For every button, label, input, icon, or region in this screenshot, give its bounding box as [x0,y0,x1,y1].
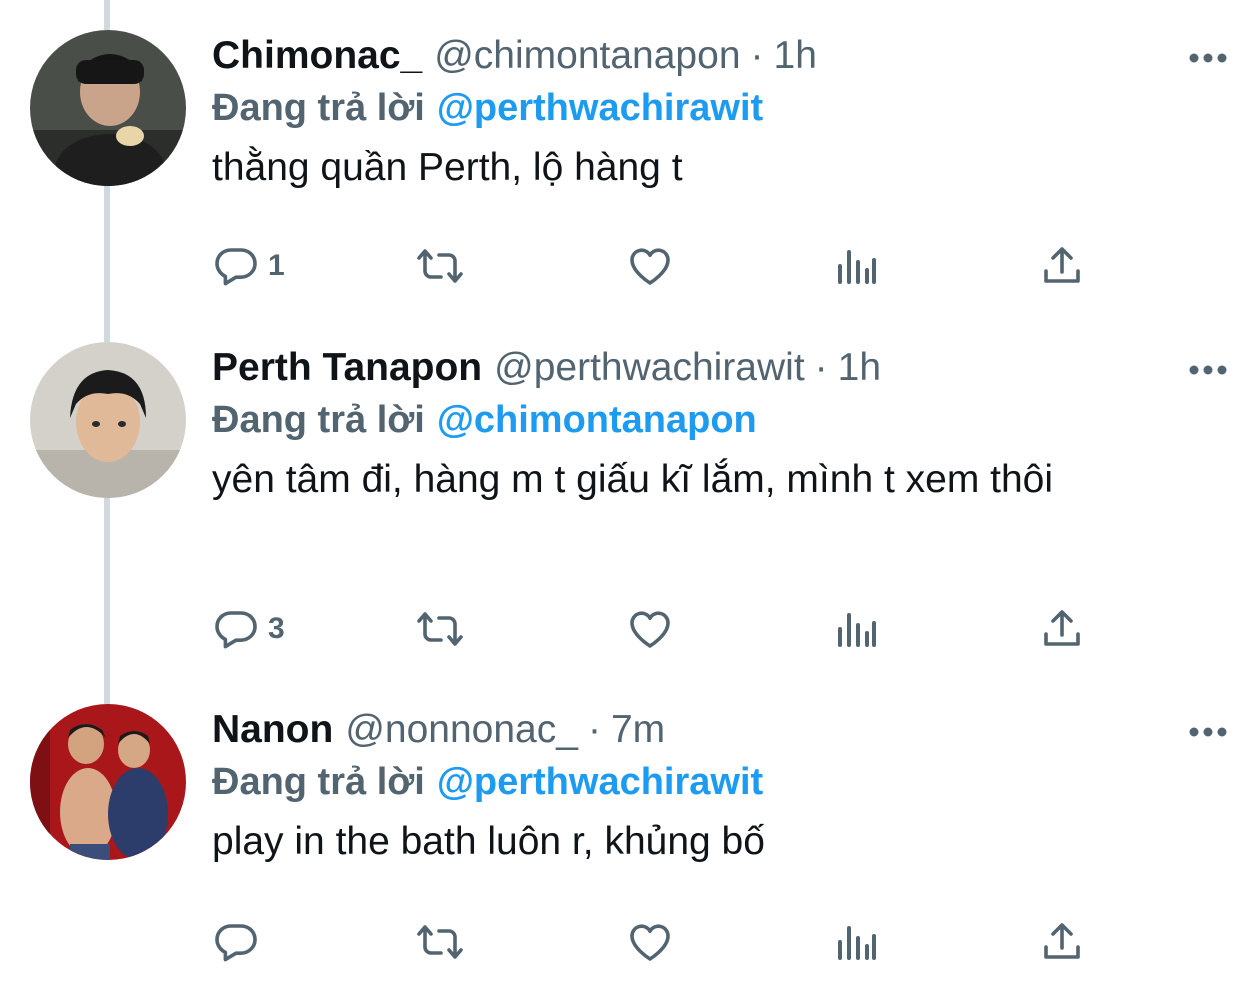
tweet-actions [212,916,1092,968]
tweet-text: yên tâm đi, hàng m t giấu kĩ lắm, mình t… [212,458,1054,501]
share-button[interactable] [1038,603,1086,655]
replying-to-label: Đang trả lời [212,399,425,441]
replying-to-label: Đang trả lời [212,87,425,129]
reply-icon [215,611,257,649]
reply-icon [215,248,257,286]
reply-count: 1 [268,249,285,282]
retweet-button[interactable] [416,603,464,655]
avatar-image [30,30,186,186]
more-icon[interactable] [1188,362,1228,378]
tweet-actions: 3 [212,603,1092,655]
share-icon [1044,923,1080,959]
reply-icon [215,924,257,962]
heart-icon [630,611,670,648]
share-icon [1044,610,1080,646]
tweet-text: play in the bath luôn r, khủng bố [212,820,765,863]
analytics-icon [838,613,876,647]
like-button[interactable] [626,603,674,655]
share-button[interactable] [1038,240,1086,292]
reply-count: 3 [268,612,285,645]
thread-line [104,0,110,30]
reply-target-mention[interactable]: @perthwachirawit [437,87,763,129]
tweet-time[interactable]: 1h [838,342,881,394]
share-icon [1044,247,1080,283]
avatar[interactable] [30,342,186,498]
more-icon[interactable] [1188,50,1228,66]
separator-dot: · [814,346,828,389]
retweet-button[interactable] [416,240,464,292]
display-name[interactable]: Perth Tanapon [212,342,482,394]
tweet-time[interactable]: 7m [611,704,665,756]
avatar-image [30,704,186,860]
views-button[interactable] [832,603,880,655]
user-handle[interactable]: @perthwachirawit [494,342,805,394]
reply-button[interactable]: 1 [212,240,285,292]
share-button[interactable] [1038,916,1086,968]
heart-icon [630,248,670,285]
retweet-icon [417,249,463,283]
display-name[interactable]: Nanon [212,704,333,756]
views-button[interactable] [832,240,880,292]
retweet-button[interactable] [416,916,464,968]
retweet-icon [417,612,463,646]
tweet-time[interactable]: 1h [774,30,817,82]
user-handle[interactable]: @chimontanapon [434,30,740,82]
heart-icon [630,924,670,961]
user-handle[interactable]: @nonnonac_ [345,704,578,756]
avatar[interactable] [30,704,186,860]
analytics-icon [838,250,876,284]
views-button[interactable] [832,916,880,968]
display-name[interactable]: Chimonac_ [212,30,422,82]
tweet-text: thằng quần Perth, lộ hàng t [212,146,683,189]
like-button[interactable] [626,916,674,968]
replying-to-label: Đang trả lời [212,761,425,803]
analytics-icon [838,926,876,960]
separator-dot: · [587,708,601,751]
tweet-actions: 1 [212,240,1092,292]
more-icon[interactable] [1188,724,1228,740]
reply-button[interactable] [212,916,268,968]
reply-target-mention[interactable]: @chimontanapon [437,399,757,441]
like-button[interactable] [626,240,674,292]
reply-button[interactable]: 3 [212,603,285,655]
retweet-icon [417,925,463,959]
avatar[interactable] [30,30,186,186]
reply-target-mention[interactable]: @perthwachirawit [437,761,763,803]
avatar-image [30,342,186,498]
separator-dot: · [750,34,764,77]
